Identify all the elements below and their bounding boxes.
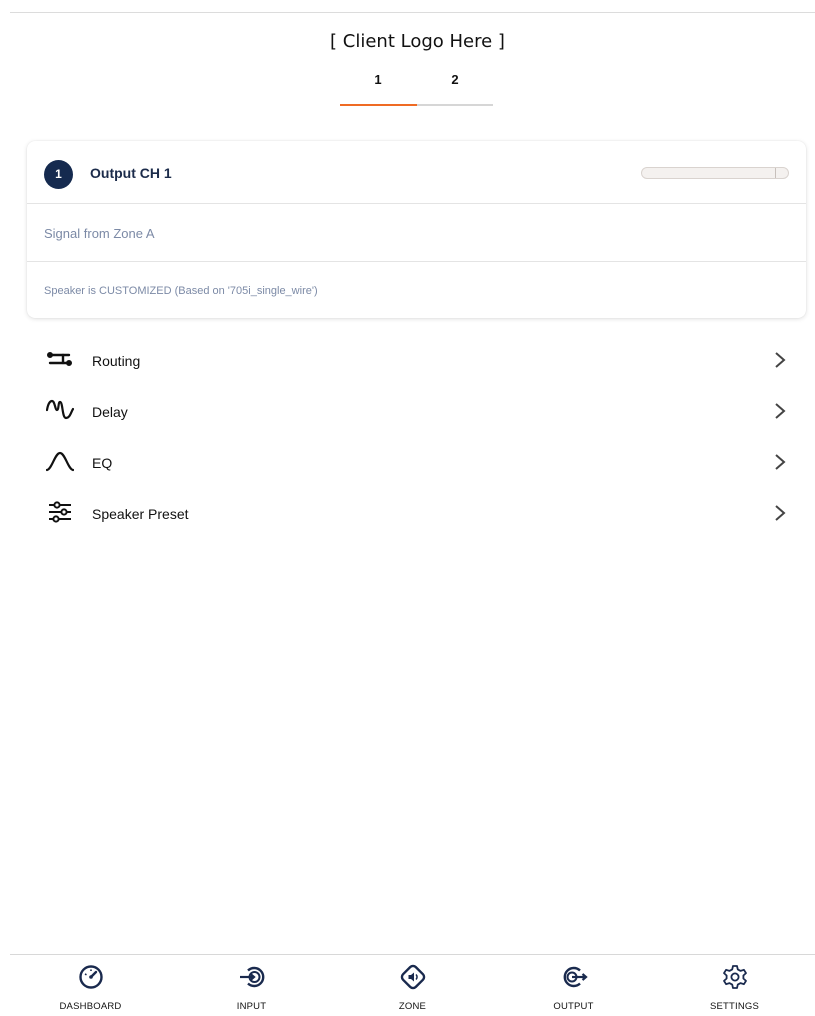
channel-header: 1 Output CH 1 xyxy=(27,141,806,204)
signal-source-row: Signal from Zone A xyxy=(27,205,806,262)
chevron-right-icon xyxy=(775,352,786,368)
channel-menu: Routing Delay EQ Speaker Preset xyxy=(46,334,791,538)
menu-item-speaker-preset[interactable]: Speaker Preset xyxy=(46,487,791,538)
speaker-preset-icon xyxy=(49,501,71,523)
input-icon xyxy=(239,966,264,988)
menu-label-speaker-preset: Speaker Preset xyxy=(92,506,189,522)
nav-input[interactable]: INPUT xyxy=(171,955,332,1016)
tab-2[interactable]: 2 xyxy=(417,62,493,104)
nav-output[interactable]: OUTPUT xyxy=(493,955,654,1016)
level-meter-marker xyxy=(775,168,776,178)
delay-icon xyxy=(46,399,74,420)
eq-icon xyxy=(46,451,74,472)
menu-item-delay[interactable]: Delay xyxy=(46,385,791,436)
nav-dashboard[interactable]: DASHBOARD xyxy=(10,955,171,1016)
tab-2-indicator xyxy=(417,104,493,106)
nav-label-zone: ZONE xyxy=(398,1001,427,1012)
channel-title: Output CH 1 xyxy=(90,165,172,181)
bottom-navigation: DASHBOARD INPUT ZONE OUTPUT SETTINGS xyxy=(10,955,815,1016)
menu-label-routing: Routing xyxy=(92,353,141,369)
chevron-right-icon xyxy=(775,454,786,470)
menu-item-routing[interactable]: Routing xyxy=(46,334,791,385)
routing-icon xyxy=(47,351,73,366)
level-meter xyxy=(641,167,789,179)
tab-1[interactable]: 1 xyxy=(340,62,416,104)
nav-settings[interactable]: SETTINGS xyxy=(654,955,815,1016)
nav-label-output: OUTPUT xyxy=(553,1001,594,1012)
top-divider xyxy=(10,12,815,13)
menu-label-delay: Delay xyxy=(92,404,128,420)
dashboard-icon xyxy=(78,965,103,989)
output-channel-card: 1 Output CH 1 Signal from Zone A Speaker… xyxy=(27,141,806,318)
nav-zone[interactable]: ZONE xyxy=(332,955,493,1016)
menu-label-eq: EQ xyxy=(92,455,113,471)
nav-label-dashboard: DASHBOARD xyxy=(59,1001,122,1012)
nav-label-settings: SETTINGS xyxy=(709,1001,760,1012)
signal-source-text: Signal from Zone A xyxy=(44,226,155,241)
channel-tabs: 1 2 xyxy=(340,62,493,108)
client-logo: [ Client Logo Here ] xyxy=(330,31,505,52)
chevron-right-icon xyxy=(775,505,786,521)
menu-item-eq[interactable]: EQ xyxy=(46,436,791,487)
zone-icon xyxy=(400,964,425,990)
output-icon xyxy=(563,966,588,988)
tab-1-indicator xyxy=(340,104,417,106)
chevron-right-icon xyxy=(775,403,786,419)
speaker-status-text: Speaker is CUSTOMIZED (Based on '705i_si… xyxy=(44,285,318,297)
nav-label-input: INPUT xyxy=(236,1001,267,1012)
settings-icon xyxy=(722,965,747,989)
channel-number-badge: 1 xyxy=(44,160,73,189)
